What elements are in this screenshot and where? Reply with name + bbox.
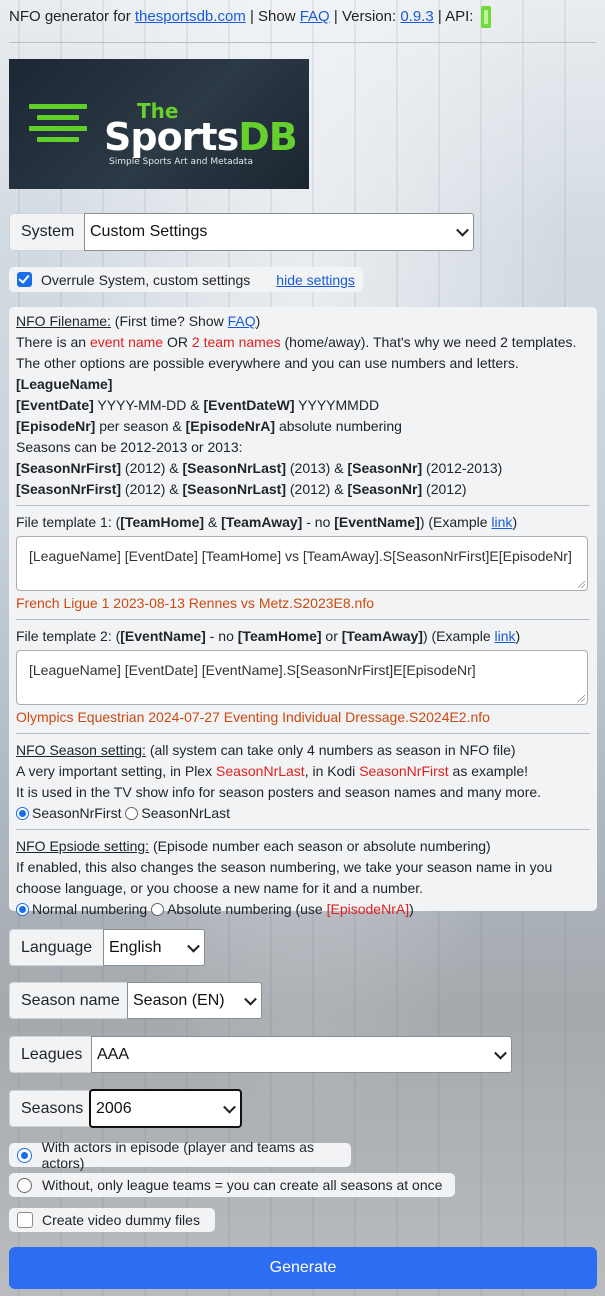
season-name-select[interactable]: Season (EN) bbox=[127, 982, 262, 1019]
with-actors-option[interactable]: With actors in episode (player and teams… bbox=[9, 1139, 351, 1171]
nfo-filename-line3: The other options are possible everywher… bbox=[16, 355, 519, 371]
template2-textarea[interactable]: [LeagueName] [EventDate] [EventName].S[S… bbox=[16, 650, 588, 705]
system-label: System bbox=[9, 213, 84, 251]
normal-numbering-label: Normal numbering bbox=[32, 901, 148, 917]
dummy-files-option[interactable]: Create video dummy files bbox=[9, 1208, 215, 1232]
header-api-text: | API: bbox=[433, 7, 474, 25]
divider bbox=[16, 619, 590, 620]
overrule-checkbox[interactable] bbox=[17, 272, 32, 287]
nfo-filename-intro: NFO Filename: (First time? Show FAQ) bbox=[16, 313, 261, 329]
system-select[interactable]: Custom Settings bbox=[84, 213, 474, 251]
divider bbox=[16, 829, 590, 830]
season-first-radio[interactable] bbox=[16, 807, 29, 820]
chevron-down-icon bbox=[456, 223, 469, 237]
seasons-select[interactable]: 2006 bbox=[89, 1089, 242, 1128]
season-name-label: Season name bbox=[9, 982, 127, 1019]
header-bar: NFO generator for thesportsdb.com | Show… bbox=[9, 6, 492, 28]
season-tokens-row2: [SeasonNrFirst] (2012) & [SeasonNrLast] … bbox=[16, 481, 467, 497]
season-tokens-row1: [SeasonNrFirst] (2012) & [SeasonNrLast] … bbox=[16, 460, 503, 476]
header-show-text: | Show bbox=[245, 7, 300, 25]
dummy-files-checkbox[interactable] bbox=[17, 1212, 33, 1228]
without-actors-option[interactable]: Without, only league teams = you can cre… bbox=[9, 1173, 455, 1197]
logo-wordmark: SportsDB bbox=[104, 115, 298, 159]
chevron-down-icon bbox=[494, 1046, 507, 1060]
template2-label: File template 2: ([EventName] - no [Team… bbox=[16, 628, 521, 644]
episode-setting-options: Normal numbering Absolute numbering (use… bbox=[16, 899, 590, 920]
season-last-radio[interactable] bbox=[125, 807, 139, 820]
header-prefix: NFO generator for bbox=[9, 7, 135, 25]
logo-tagline: Simple Sports Art and Metadata bbox=[109, 157, 253, 167]
generate-button[interactable]: Generate bbox=[9, 1247, 597, 1289]
overrule-pill: Overrule System, custom settings hide se… bbox=[9, 267, 363, 292]
seasons-label: Seasons bbox=[9, 1090, 89, 1127]
header-divider bbox=[9, 42, 596, 43]
with-actors-radio[interactable] bbox=[17, 1147, 32, 1163]
leagues-select[interactable]: AAA bbox=[91, 1036, 512, 1073]
header-version-text: | Version: bbox=[329, 7, 401, 25]
hide-settings-link[interactable]: hide settings bbox=[276, 272, 355, 288]
language-label: Language bbox=[9, 929, 103, 966]
template1-label: File template 1: ([TeamHome] & [TeamAway… bbox=[16, 514, 518, 530]
leagues-label: Leagues bbox=[9, 1036, 91, 1073]
season-name-select-value: Season (EN) bbox=[133, 991, 225, 1009]
episode-setting-line2: If enabled, this also changes the season… bbox=[16, 859, 553, 875]
nfo-filename-line2: There is an event name OR 2 team names (… bbox=[16, 334, 577, 350]
season-setting-line2: A very important setting, in Plex Season… bbox=[16, 763, 529, 779]
system-select-value: Custom Settings bbox=[90, 223, 208, 240]
language-select[interactable]: English bbox=[103, 929, 205, 966]
language-select-value: English bbox=[109, 938, 162, 956]
seasons-line: Seasons can be 2012-2013 or 2013: bbox=[16, 439, 243, 455]
settings-faq-link[interactable]: FAQ bbox=[228, 313, 256, 329]
template1-textarea[interactable]: [LeagueName] [EventDate] [TeamHome] vs [… bbox=[16, 536, 588, 591]
leagues-select-value: AAA bbox=[97, 1045, 130, 1063]
version-link[interactable]: 0.9.3 bbox=[400, 8, 433, 25]
chevron-down-icon bbox=[244, 992, 257, 1006]
api-status-icon bbox=[481, 6, 492, 28]
seasons-select-value: 2006 bbox=[96, 1099, 132, 1117]
overrule-label: Overrule System, custom settings bbox=[41, 271, 251, 288]
without-actors-radio[interactable] bbox=[17, 1177, 32, 1193]
template2-preview: Olympics Equestrian 2024-07-27 Eventing … bbox=[16, 709, 490, 725]
logo-stripes-icon bbox=[29, 104, 87, 148]
chevron-down-icon bbox=[187, 939, 200, 953]
faq-link[interactable]: FAQ bbox=[300, 8, 330, 25]
episode-setting-line3: choose language, or you choose a new nam… bbox=[16, 880, 424, 896]
season-setting-options: SeasonNrFirst SeasonNrLast bbox=[16, 803, 590, 824]
season-first-label: SeasonNrFirst bbox=[32, 805, 122, 821]
season-setting-line3: It is used in the TV show info for seaso… bbox=[16, 784, 542, 800]
thesportsdb-logo: The SportsDB Simple Sports Art and Metad… bbox=[9, 59, 309, 189]
with-actors-label: With actors in episode (player and teams… bbox=[41, 1139, 314, 1171]
template1-example-link[interactable]: link bbox=[491, 514, 512, 530]
season-last-label: SeasonNrLast bbox=[141, 805, 231, 821]
template2-example-link[interactable]: link bbox=[495, 628, 516, 644]
episodenr-line: [EpisodeNr] per season & [EpisodeNrA] ab… bbox=[16, 418, 402, 434]
dummy-files-label: Create video dummy files bbox=[42, 1212, 200, 1228]
season-setting-heading: NFO Season setting: (all system can take… bbox=[16, 742, 516, 758]
chevron-down-icon bbox=[223, 1100, 236, 1114]
absolute-numbering-label: Absolute numbering (use [EpisodeNrA]) bbox=[167, 901, 414, 917]
normal-numbering-radio[interactable] bbox=[16, 903, 29, 916]
absolute-numbering-radio[interactable] bbox=[151, 903, 165, 916]
divider bbox=[16, 505, 590, 506]
divider bbox=[16, 733, 590, 734]
template1-preview: French Ligue 1 2023-08-13 Rennes vs Metz… bbox=[16, 595, 375, 611]
site-link[interactable]: thesportsdb.com bbox=[135, 8, 246, 25]
league-token-line: [LeagueName] bbox=[16, 376, 113, 392]
episode-setting-heading: NFO Epsiode setting: (Episode number eac… bbox=[16, 838, 491, 854]
without-actors-label: Without, only league teams = you can cre… bbox=[42, 1177, 443, 1193]
eventdate-line: [EventDate] YYYY-MM-DD & [EventDateW] YY… bbox=[16, 397, 380, 413]
settings-panel: NFO Filename: (First time? Show FAQ) The… bbox=[9, 307, 597, 917]
